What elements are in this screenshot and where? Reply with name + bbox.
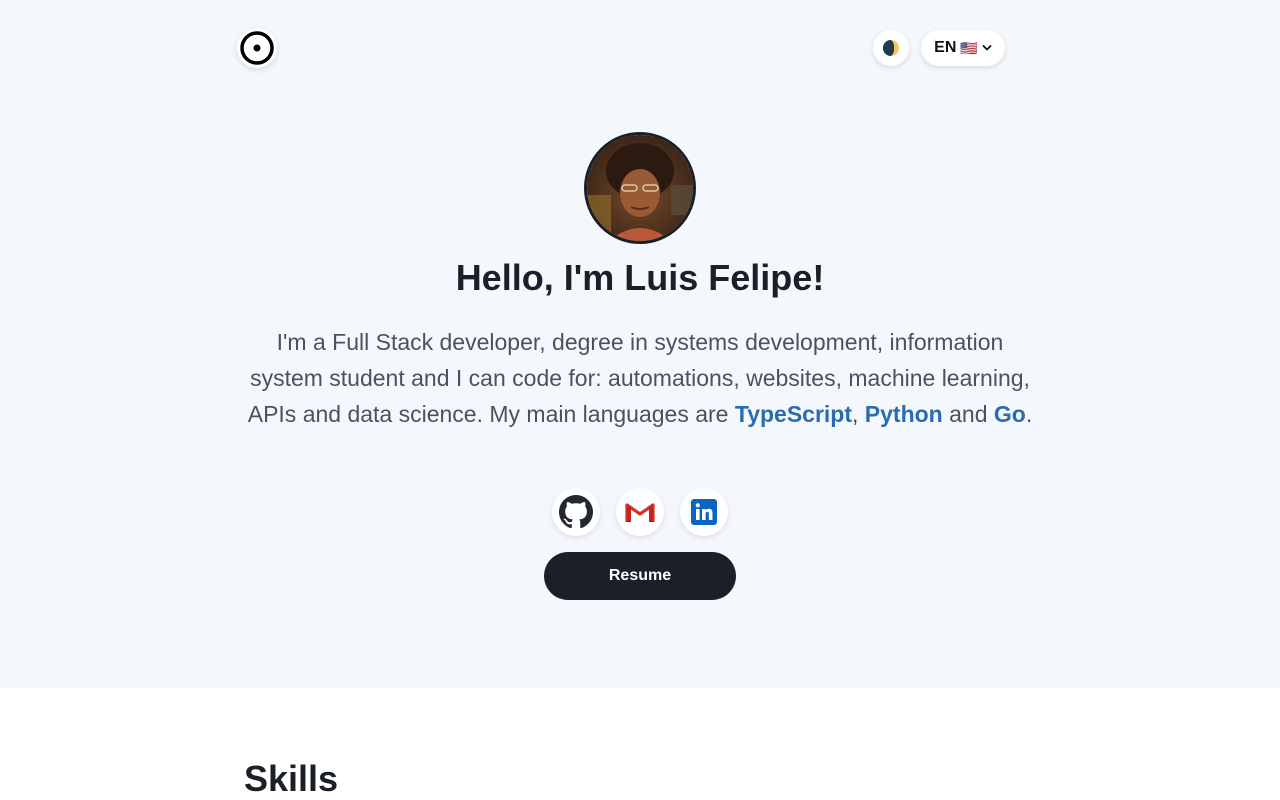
home-logo-button[interactable] <box>237 28 277 68</box>
moon-icon <box>883 40 899 56</box>
linkedin-icon <box>691 499 717 525</box>
intro-paragraph: I'm a Full Stack developer, degree in sy… <box>240 324 1040 432</box>
chevron-down-icon <box>982 45 992 51</box>
skills-section: Skills <box>0 688 1280 800</box>
intro-sep-2: and <box>942 401 994 427</box>
language-select[interactable]: EN 🇺🇸 <box>921 30 1005 66</box>
theme-toggle-button[interactable] <box>873 30 909 66</box>
gmail-icon <box>625 502 655 522</box>
avatar <box>584 132 696 244</box>
link-go[interactable]: Go <box>994 401 1026 427</box>
circle-dot-icon <box>240 31 274 65</box>
github-link[interactable] <box>552 488 600 536</box>
linkedin-link[interactable] <box>680 488 728 536</box>
intro-end: . <box>1025 401 1033 427</box>
link-python[interactable]: Python <box>865 401 943 427</box>
page-title: Hello, I'm Luis Felipe! <box>455 257 825 298</box>
link-typescript[interactable]: TypeScript <box>735 401 852 427</box>
social-links <box>0 488 1280 536</box>
us-flag-icon: 🇺🇸 <box>960 39 978 56</box>
intro-sep-1: , <box>852 401 865 427</box>
github-icon <box>559 495 593 529</box>
skills-heading: Skills <box>244 758 339 799</box>
hero-section: EN 🇺🇸 Hello, I'm Luis Felipe! I'm a Full… <box>0 0 1280 688</box>
profile-photo <box>587 135 693 241</box>
gmail-link[interactable] <box>616 488 664 536</box>
resume-button[interactable]: Resume <box>544 552 736 600</box>
language-code: EN <box>934 39 957 56</box>
